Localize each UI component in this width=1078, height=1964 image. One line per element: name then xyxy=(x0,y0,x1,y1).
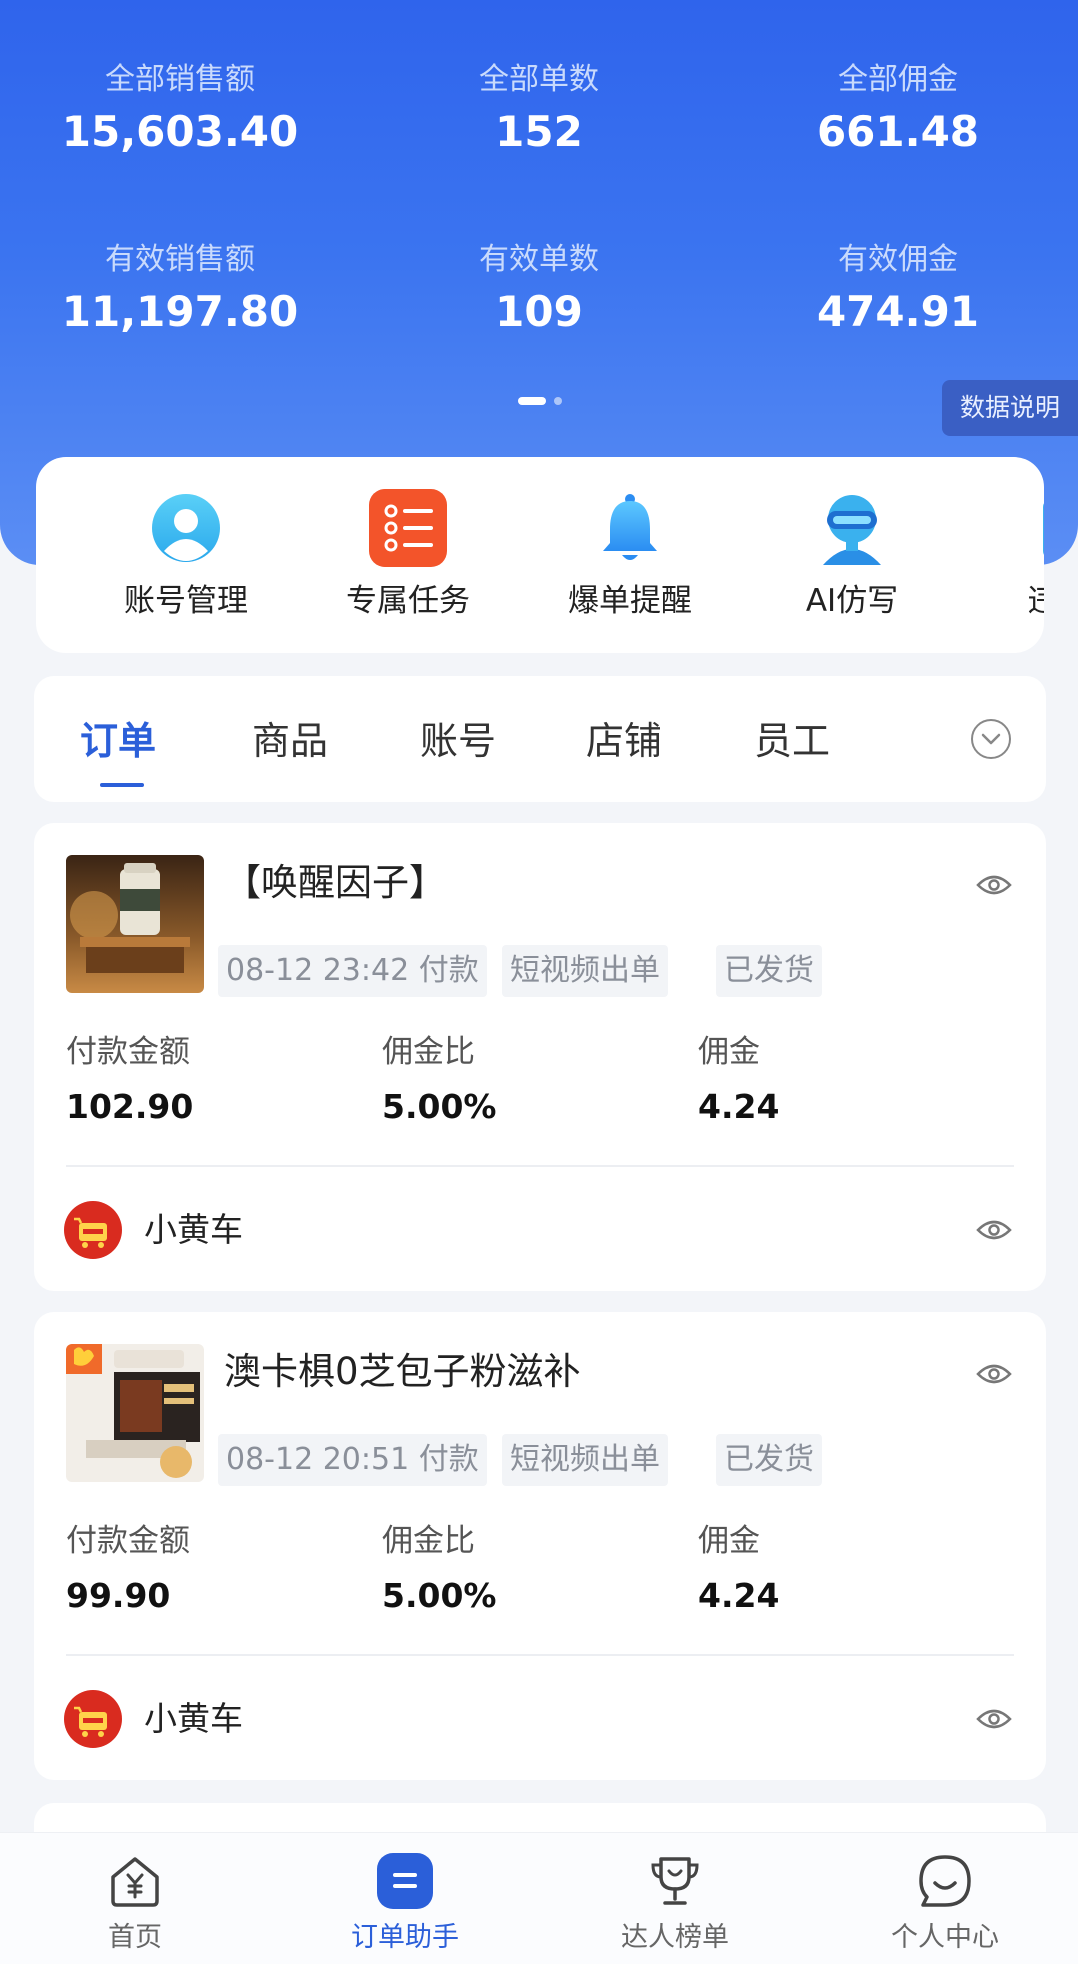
product-thumbnail xyxy=(66,1344,204,1482)
order-card[interactable]: 澳卡椇0芝包子粉滋补 08-12 20:51 付款 短视频出单 已发货 付款金额… xyxy=(34,1312,1046,1780)
metric-value: 4.24 xyxy=(698,1576,780,1615)
metric-commission-rate: 佣金比 5.00% xyxy=(382,1031,497,1129)
metric-label: 佣金 xyxy=(698,1523,760,1559)
metric-label: 佣金 xyxy=(698,1034,760,1070)
quick-action-task[interactable]: 专属任务 xyxy=(308,457,508,653)
stat-label: 有效销售额 xyxy=(105,242,255,277)
metric-value: 99.90 xyxy=(66,1576,171,1615)
metric-pay-amount: 付款金额 99.90 xyxy=(66,1520,190,1618)
shop-name: 小黄车 xyxy=(144,1699,243,1738)
data-explanation-button[interactable]: 数据说明 xyxy=(942,380,1078,436)
order-title: 澳卡椇0芝包子粉滋补 xyxy=(224,1350,581,1393)
metric-commission: 佣金 4.24 xyxy=(698,1520,779,1618)
order-status-tag: 已发货 xyxy=(716,1434,822,1486)
order-status-tag: 已发货 xyxy=(716,945,822,997)
metric-label: 佣金比 xyxy=(382,1034,475,1070)
order-title: 【唤醒因子】 xyxy=(224,861,446,904)
eye-icon[interactable] xyxy=(976,1707,1012,1731)
order-channel-tag: 短视频出单 xyxy=(502,1434,668,1486)
tab-products[interactable]: 商品 xyxy=(252,716,328,766)
divider xyxy=(66,1654,1014,1656)
quick-action-label: 违禁词 xyxy=(1027,583,1045,619)
metric-pay-amount: 付款金额 102.90 xyxy=(66,1031,193,1129)
quick-action-alert[interactable]: 爆单提醒 xyxy=(530,457,730,653)
eye-icon[interactable] xyxy=(976,873,1012,897)
metric-label: 佣金比 xyxy=(382,1523,475,1559)
task-list-icon xyxy=(369,489,447,567)
nav-rankings[interactable]: 达人榜单 xyxy=(540,1833,810,1964)
metric-label: 付款金额 xyxy=(66,1523,190,1559)
stat-valid-commission[interactable]: 有效佣金 474.91 xyxy=(718,240,1078,340)
nav-home[interactable]: 首页 xyxy=(0,1833,270,1964)
home-yuan-icon xyxy=(111,1857,159,1907)
stats-grid: 全部销售额 15,603.40 全部单数 152 全部佣金 661.48 有效销… xyxy=(0,60,1078,360)
metric-label: 付款金额 xyxy=(66,1034,190,1070)
stat-label: 有效佣金 xyxy=(838,242,958,277)
category-tabs: 订单 商品 账号 店铺 员工 xyxy=(34,676,1046,802)
quick-action-label: 爆单提醒 xyxy=(568,583,692,619)
metric-value: 5.00% xyxy=(382,1576,497,1615)
nav-profile[interactable]: 个人中心 xyxy=(810,1833,1078,1964)
nav-label: 订单助手 xyxy=(351,1922,459,1953)
stat-value: 11,197.80 xyxy=(61,287,299,336)
stat-valid-sales[interactable]: 有效销售额 11,197.80 xyxy=(0,240,360,340)
ai-robot-icon xyxy=(823,495,881,565)
eye-icon[interactable] xyxy=(976,1218,1012,1242)
stat-value: 474.91 xyxy=(816,287,980,336)
chevron-down-icon[interactable] xyxy=(970,718,1012,760)
tab-shops[interactable]: 店铺 xyxy=(586,716,662,766)
order-assistant-icon xyxy=(377,1853,433,1909)
tab-accounts[interactable]: 账号 xyxy=(420,716,496,766)
tab-staff[interactable]: 员工 xyxy=(754,716,830,766)
quick-action-banned-words[interactable]: 违禁词 xyxy=(974,457,1044,653)
stat-value: 109 xyxy=(495,287,583,336)
metric-value: 4.24 xyxy=(698,1087,780,1126)
eye-icon[interactable] xyxy=(976,1362,1012,1386)
stat-total-orders[interactable]: 全部单数 152 xyxy=(359,60,719,160)
order-time-tag: 08-12 20:51 付款 xyxy=(218,1434,487,1486)
document-icon xyxy=(1043,503,1044,555)
stat-value: 152 xyxy=(495,107,583,156)
quick-action-label: 专属任务 xyxy=(346,583,470,619)
trophy-icon xyxy=(651,1857,699,1905)
nav-label: 个人中心 xyxy=(891,1922,999,1953)
bottom-navigation: 首页 订单助手 达人榜单 个人中心 xyxy=(0,1832,1078,1964)
quick-actions-card: 账号管理 专属任务 爆单提醒 AI仿写 违 xyxy=(36,457,1044,653)
order-card[interactable]: 【唤醒因子】 08-12 23:42 付款 短视频出单 已发货 付款金额 102… xyxy=(34,823,1046,1291)
stat-label: 全部销售额 xyxy=(105,62,255,97)
shopping-cart-logo-icon xyxy=(64,1690,122,1748)
quick-action-account[interactable]: 账号管理 xyxy=(86,457,286,653)
metric-value: 102.90 xyxy=(66,1087,194,1126)
carousel-dot-active xyxy=(518,397,546,405)
nav-label: 达人榜单 xyxy=(621,1922,729,1953)
metric-commission-rate: 佣金比 5.00% xyxy=(382,1520,497,1618)
shopping-cart-logo-icon xyxy=(64,1201,122,1259)
stat-total-commission[interactable]: 全部佣金 661.48 xyxy=(718,60,1078,160)
carousel-dot xyxy=(554,397,562,405)
product-thumbnail xyxy=(66,855,204,993)
stat-label: 全部佣金 xyxy=(838,62,958,97)
nav-order-assistant[interactable]: 订单助手 xyxy=(270,1833,540,1964)
stat-value: 661.48 xyxy=(816,107,980,156)
quick-action-label: AI仿写 xyxy=(805,583,899,619)
tab-active-indicator xyxy=(100,783,144,787)
divider xyxy=(66,1165,1014,1167)
shop-name: 小黄车 xyxy=(144,1210,243,1249)
quick-action-ai-rewrite[interactable]: AI仿写 xyxy=(752,457,952,653)
metric-value: 5.00% xyxy=(382,1087,497,1126)
order-time-tag: 08-12 23:42 付款 xyxy=(218,945,487,997)
stat-value: 15,603.40 xyxy=(61,107,299,156)
order-channel-tag: 短视频出单 xyxy=(502,945,668,997)
metric-commission: 佣金 4.24 xyxy=(698,1031,779,1129)
quick-action-label: 账号管理 xyxy=(124,583,248,619)
stat-label: 全部单数 xyxy=(479,62,599,97)
bell-icon xyxy=(603,494,657,560)
stat-total-sales[interactable]: 全部销售额 15,603.40 xyxy=(0,60,360,160)
tab-orders[interactable]: 订单 xyxy=(80,716,156,766)
stat-label: 有效单数 xyxy=(479,242,599,277)
chat-smile-icon xyxy=(919,1855,971,1907)
stat-valid-orders[interactable]: 有效单数 109 xyxy=(359,240,719,340)
nav-label: 首页 xyxy=(108,1922,162,1953)
user-icon xyxy=(152,494,220,562)
